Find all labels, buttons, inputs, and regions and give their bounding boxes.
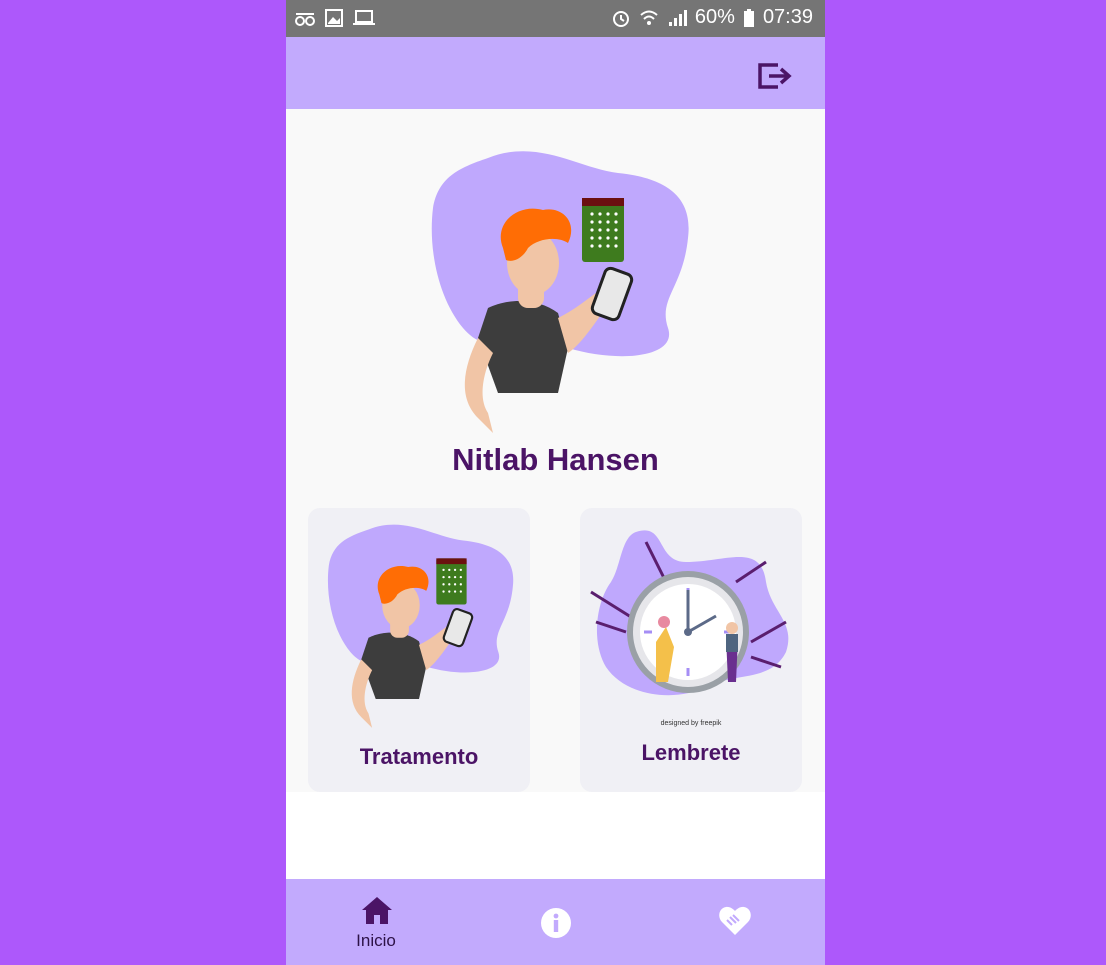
handshake-heart-icon [719, 906, 751, 935]
nav-item-info[interactable] [514, 879, 598, 965]
reminder-card-label: Lembrete [641, 740, 741, 765]
app-bar [286, 37, 825, 109]
nav-item-inicio[interactable]: Inicio [334, 879, 418, 965]
treatment-card[interactable]: Tratamento [308, 508, 530, 792]
status-left-icons [294, 8, 376, 28]
home-icon [362, 897, 392, 924]
info-icon [541, 908, 571, 938]
freepik-credit: designed by freepik [660, 720, 722, 727]
phone-screen: 60% 07:39 Nitlab Hansen Tratamento desig… [286, 0, 825, 965]
clock-illustration-icon [590, 530, 789, 696]
nav-item-care[interactable] [692, 879, 776, 965]
treatment-card-label: Tratamento [359, 744, 479, 769]
wifi-icon [640, 10, 658, 25]
content-spacer [286, 792, 825, 879]
user-name: Nitlab Hansen [452, 442, 659, 477]
cell-signal-icon [668, 9, 687, 26]
status-right: 60% 07:39 [611, 6, 813, 29]
profile-illustration [431, 151, 689, 433]
nav-label-inicio: Inicio [356, 931, 396, 950]
image-icon [325, 9, 343, 27]
clock-time: 07:39 [762, 6, 813, 28]
alarm-icon [612, 10, 629, 27]
bottom-navigation: Inicio [286, 879, 825, 965]
reminder-card[interactable]: designed by freepik Lembrete [580, 508, 802, 792]
treatment-illustration-icon [327, 524, 514, 728]
battery-icon [743, 8, 754, 27]
laptop-icon [353, 10, 375, 25]
status-bar: 60% 07:39 [286, 0, 825, 37]
logout-icon[interactable] [756, 59, 796, 93]
signal-glasses-icon [295, 13, 315, 26]
battery-percent: 60% [694, 6, 735, 28]
